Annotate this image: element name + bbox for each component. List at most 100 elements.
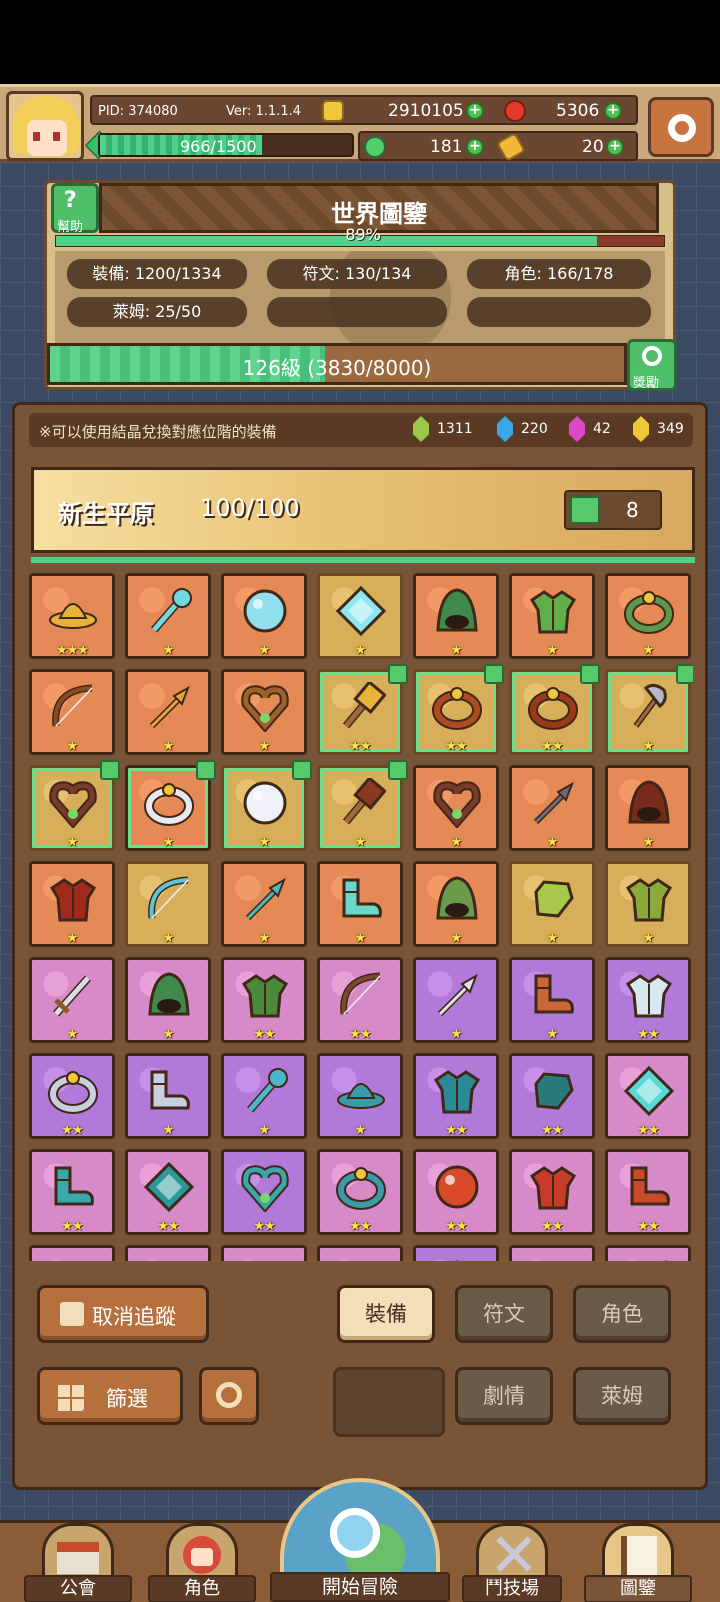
untrack-button[interactable]: 取消追蹤 [37,1285,209,1343]
item-slot-leaf-hood[interactable]: ★ [413,861,499,947]
hud-top-row: PID: 374080 Ver: 1.1.1.4 2910105 + 5306 … [90,95,638,125]
add-gold-button[interactable]: + [466,102,484,120]
item-slot-green-hood[interactable]: ★ [413,573,499,659]
item-slot-straw-hat[interactable]: ★★★ [29,573,115,659]
add-key-button[interactable]: + [606,138,624,156]
item-slot-red-cape[interactable]: ★ [29,861,115,947]
thumbs-up-icon [292,760,312,780]
item-slot-crab-helm[interactable] [413,1245,499,1261]
item-slot-gold-ring[interactable]: ★★ [509,664,600,755]
item-slot-teal-gem[interactable]: ★★ [605,1053,691,1139]
item-slot-teal-gauntlet[interactable]: ★★ [509,1053,595,1139]
item-slot-jade-spear[interactable]: ★ [221,861,307,947]
item-slot-teal-star[interactable]: ★★ [125,1149,211,1235]
item-slot-leather-boots[interactable]: ★ [509,957,595,1043]
item-slot-iron-spear[interactable]: ★ [509,765,595,851]
item-slot-heart-necklace[interactable]: ★ [413,765,499,851]
item-slot-bead-ring[interactable]: ★★ [413,664,504,755]
item-slot-diamond-gem[interactable]: ★ [317,573,403,659]
item-stars: ★ [162,931,175,946]
red-gem-amount: 5306 [556,101,600,121]
item-slot-teal-staff[interactable]: ★ [221,1053,307,1139]
item-stars: ★★ [637,1123,659,1138]
player-avatar[interactable] [6,91,84,161]
tab-equipment[interactable]: 裝備 [337,1285,435,1343]
item-stars: ★ [354,643,367,658]
grid-icon [56,1383,84,1411]
item-slot-forest-tunic[interactable]: ★★ [221,957,307,1043]
item-slot-golden-spear[interactable]: ★ [125,669,211,755]
item-slot-winged-amulet[interactable]: ★ [29,760,120,851]
item-stars: ★ [642,643,655,658]
ring-icon [48,1071,98,1114]
tab-runes[interactable]: 符文 [455,1285,553,1343]
item-slot-silver-bracelet[interactable]: ★★ [29,1053,115,1139]
item-slot-golden-hammer[interactable]: ★★ [317,664,408,755]
item-stars: ★★ [61,1219,83,1234]
tab-slimes[interactable]: 萊姆 [573,1367,671,1425]
item-slot-green-armor[interactable]: ★ [509,573,595,659]
player-id: PID: 374080 [98,104,178,119]
item-slot-steel-sword[interactable]: ★ [29,957,115,1043]
item-slot-forest-hood[interactable]: ★ [125,957,211,1043]
item-slot-heart-amulet[interactable]: ★ [221,669,307,755]
item-slot-mushroom[interactable] [317,1245,403,1261]
item-slot-bone-club[interactable]: ★ [317,760,408,851]
item-slot-crossbow[interactable]: ★ [29,669,115,755]
item-slot-teal-necklace[interactable]: ★★ [221,1149,307,1235]
item-slot-red-slime-helm[interactable]: ★★ [413,1149,499,1235]
item-slot-teal-armor[interactable]: ★★ [413,1053,499,1139]
filter-button[interactable]: 篩選 [37,1367,183,1425]
refresh-icon [216,1382,242,1408]
item-slot-teal-ring[interactable]: ★★ [317,1149,403,1235]
ring-icon [336,1167,386,1210]
item-slot-hunter-bow[interactable]: ★★ [317,957,403,1043]
add-red-gem-button[interactable]: + [604,102,622,120]
item-slot-jade-bow[interactable]: ★ [125,861,211,947]
item-slot-teal-witch-hat[interactable]: ★ [317,1053,403,1139]
armor-icon [625,878,673,922]
item-slot-crystal-staff[interactable]: ★ [125,573,211,659]
item-slot-brown-necklace[interactable] [221,1245,307,1261]
item-slot-silver-spear[interactable]: ★ [413,957,499,1043]
item-slot-silver-boots[interactable]: ★ [125,1053,211,1139]
add-clover-button[interactable]: + [466,138,484,156]
item-slot-brown-hat[interactable] [125,1245,211,1261]
tab-story[interactable]: 劇情 [455,1367,553,1425]
item-stars: ★ [354,835,367,850]
item-slot-leaf-crown[interactable]: ★ [605,861,691,947]
item-slot-red-boots[interactable]: ★★ [605,1149,691,1235]
item-slot-pearl-orb[interactable]: ★ [221,760,312,851]
thumbs-up-icon [388,664,408,684]
item-slot-teal-boots[interactable]: ★★ [29,1149,115,1235]
item-slot-bone-helm[interactable] [29,1245,115,1261]
item-slot-leaf-glove[interactable]: ★ [509,861,595,947]
item-slot-rust-armor[interactable] [509,1245,595,1261]
item-slot-pearl-ring[interactable]: ★ [125,760,216,851]
item-stars: ★★ [253,1027,275,1042]
item-slot-white-tunic[interactable]: ★★ [605,957,691,1043]
stat-characters: 角色: 166/178 [467,259,651,289]
item-slot-jade-boots[interactable]: ★ [317,861,403,947]
item-slot-battle-axe[interactable]: ★ [605,664,693,755]
item-stars: ★ [354,931,367,946]
settings-button[interactable] [648,97,714,157]
staff-icon [246,1068,288,1113]
hammer-icon [342,682,386,729]
nav-character[interactable]: 角色 [148,1523,256,1602]
nav-arena[interactable]: 鬥技場 [462,1523,562,1602]
item-slot-crystal-orb[interactable]: ★ [221,573,307,659]
tab-characters[interactable]: 角色 [573,1285,671,1343]
nav-guild[interactable]: 公會 [24,1523,132,1602]
item-slot-red-vest[interactable]: ★★ [509,1149,595,1235]
item-slot-green-ring[interactable]: ★ [605,573,691,659]
nav-codex[interactable]: 圖鑒 [584,1523,692,1602]
item-grid-viewport[interactable]: ★★★ ★ ★ ★ ★ ★ ★ ★ ★ ★ ★★ ★★ ★★ ★ ★ ★ ★ ★ ★ ★ ★ ★ ★ ★ ★ ★ ★ ★ ★ ★ ★★ ★★ ★… [29,573,693,1261]
item-slot-harp[interactable] [605,1245,691,1261]
nav-adventure[interactable]: 開始冒險 [270,1478,450,1602]
reset-filter-button[interactable] [199,1367,259,1425]
region-banner[interactable]: 新生平原 100/100 8 [31,467,695,553]
crossed-swords-icon [476,1523,548,1583]
reward-button[interactable]: 獎勵 [627,339,677,391]
item-slot-red-hood[interactable]: ★ [605,765,691,851]
